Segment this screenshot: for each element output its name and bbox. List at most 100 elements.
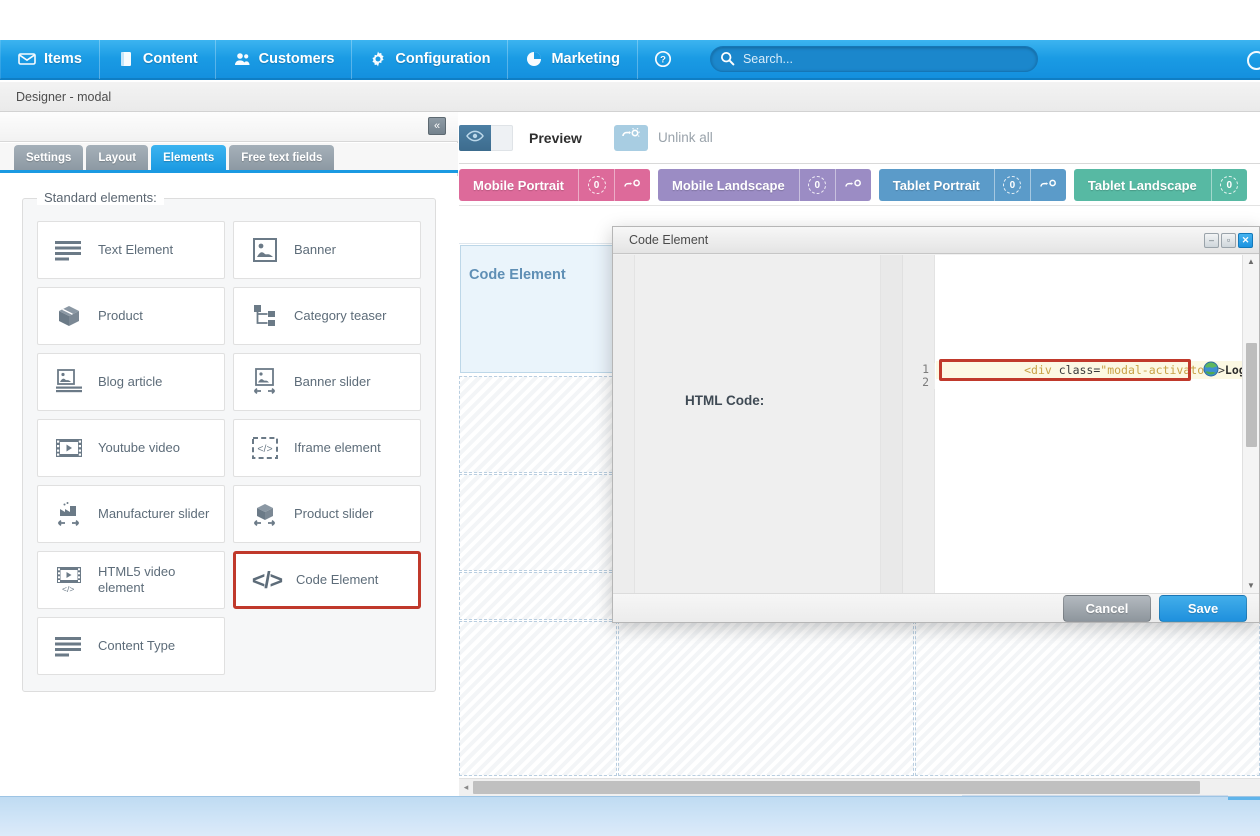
code-open-tag: <div — [1024, 363, 1059, 377]
collapse-panel-button[interactable]: « — [428, 117, 446, 135]
canvas-code-element-block[interactable]: Code Element — [460, 245, 617, 373]
panel-body: Standard elements: Text Element Banner P… — [0, 176, 458, 796]
link-icon[interactable] — [834, 169, 871, 201]
element-card-banner[interactable]: Banner — [233, 221, 421, 279]
desktop-background-bottom — [0, 797, 1260, 836]
vertical-scroll-thumb[interactable] — [1246, 343, 1257, 447]
tab-settings[interactable]: Settings — [14, 145, 84, 170]
cancel-button[interactable]: Cancel — [1063, 594, 1151, 622]
standard-elements-fieldset: Standard elements: Text Element Banner P… — [22, 190, 436, 692]
tab-elements[interactable]: Elements — [151, 145, 227, 170]
image-slider-icon — [248, 365, 282, 399]
device-tab-tablet-landscape[interactable]: Tablet Landscape 0 — [1073, 169, 1247, 201]
element-card-product[interactable]: Product — [37, 287, 225, 345]
device-tab-count[interactable]: 0 — [1210, 169, 1247, 201]
tab-free-text-fields[interactable]: Free text fields — [229, 145, 335, 170]
nav-item-label: Marketing — [551, 51, 620, 67]
element-card-manufacturer-slider[interactable]: Manufacturer slider — [37, 485, 225, 543]
device-tab-count[interactable]: 0 — [578, 169, 614, 201]
maximize-button[interactable]: ▫ — [1221, 232, 1236, 248]
preview-eye-toggle[interactable] — [459, 124, 491, 151]
device-tab-tablet-portrait[interactable]: Tablet Portrait 0 — [878, 169, 1066, 201]
nav-item-marketing[interactable]: Marketing — [508, 39, 638, 79]
html-code-label: HTML Code: — [685, 393, 765, 408]
unlink-all-button[interactable] — [613, 124, 648, 151]
close-button[interactable]: ✕ — [1238, 232, 1253, 248]
save-button[interactable]: Save — [1159, 594, 1247, 622]
canvas-grid-cell[interactable] — [915, 621, 1260, 776]
nav-item-items[interactable]: Items — [0, 39, 100, 79]
sitemap-icon — [248, 299, 282, 333]
scroll-down-arrow-icon[interactable]: ▼ — [1247, 579, 1255, 593]
element-card-html5-video-element[interactable]: </> HTML5 video element — [37, 551, 225, 609]
device-tab-count[interactable]: 0 — [798, 169, 835, 201]
nav-item-label: Customers — [258, 51, 335, 67]
device-tab-mobile-landscape[interactable]: Mobile Landscape 0 — [658, 169, 871, 201]
link-icon[interactable] — [614, 169, 650, 201]
device-tab-label: Mobile Portrait — [473, 177, 565, 193]
element-card-label: Text Element — [98, 242, 174, 258]
element-card-category-teaser[interactable]: Category teaser — [233, 287, 421, 345]
element-card-youtube-video[interactable]: Youtube video — [37, 419, 225, 477]
element-card-label: Manufacturer slider — [98, 506, 210, 522]
canvas-grid-cell[interactable] — [459, 621, 617, 776]
device-tab-count[interactable]: 0 — [993, 169, 1030, 201]
canvas-grid-cell[interactable] — [618, 621, 914, 776]
canvas-grid-cell[interactable] — [459, 376, 617, 473]
help-icon: ? — [654, 50, 672, 68]
globe-icon[interactable] — [1203, 361, 1219, 377]
dialog-left-spacer — [613, 255, 635, 595]
film-play-icon — [52, 431, 86, 465]
html-code-editor[interactable]: 1 2 <div class="modal-activator">Login</… — [903, 255, 1260, 595]
book-icon — [117, 50, 135, 68]
scroll-up-arrow-icon[interactable]: ▲ — [1247, 255, 1255, 269]
help-button[interactable]: ? — [638, 39, 688, 79]
horizontal-scroll-thumb[interactable] — [473, 781, 1200, 794]
canvas-grid-cell[interactable] — [459, 474, 617, 571]
element-card-blog-article[interactable]: Blog article — [37, 353, 225, 411]
editor-active-line[interactable]: <div class="modal-activator">Login</div> — [936, 361, 1260, 379]
device-tab-mobile-portrait[interactable]: Mobile Portrait 0 — [459, 169, 651, 201]
people-icon — [233, 50, 251, 68]
unlink-all-label: Unlink all — [657, 130, 713, 145]
user-account-icon[interactable] — [1247, 51, 1260, 70]
element-card-text-element[interactable]: Text Element — [37, 221, 225, 279]
element-card-iframe-element[interactable]: </> Iframe element — [233, 419, 421, 477]
canvas-grid-cell[interactable] — [459, 572, 617, 620]
preview-toggle-off-side[interactable] — [491, 124, 513, 151]
scroll-left-arrow-icon[interactable]: ◂ — [459, 782, 473, 793]
element-card-label: Code Element — [296, 572, 379, 588]
nav-item-customers[interactable]: Customers — [216, 39, 353, 79]
code-gt: > — [1217, 363, 1225, 377]
code-icon: </> — [251, 566, 283, 593]
image-icon — [248, 233, 282, 267]
editor-line-numbers: 1 2 — [903, 363, 935, 389]
nav-item-content[interactable]: Content — [100, 39, 216, 79]
element-card-content-type[interactable]: Content Type — [37, 617, 225, 675]
element-card-product-slider[interactable]: Product slider — [233, 485, 421, 543]
minimize-button[interactable]: – — [1204, 232, 1219, 248]
element-card-code-element[interactable]: </> Code Element — [233, 551, 421, 609]
module-title-bar: Designer - modal — [0, 82, 1260, 112]
canvas-horizontal-scrollbar[interactable]: ◂ — [459, 778, 1260, 796]
element-card-label: Product slider — [294, 506, 374, 522]
device-tabs-row: Mobile Portrait 0 Mobile Landscape 0 Tab… — [459, 165, 1260, 205]
gear-icon — [369, 50, 387, 68]
dialog-title-bar[interactable]: Code Element – ▫ ✕ — [613, 227, 1259, 254]
search-input[interactable] — [709, 46, 1038, 72]
text-lines-icon — [52, 233, 86, 267]
svg-text:</>: </> — [62, 584, 74, 594]
device-tab-label: Tablet Landscape — [1087, 177, 1197, 193]
element-card-label: Category teaser — [294, 308, 387, 324]
editor-vertical-scrollbar[interactable]: ▲ ▼ — [1242, 255, 1259, 595]
dialog-footer: Cancel Save — [613, 593, 1259, 622]
tab-layout[interactable]: Layout — [86, 145, 149, 170]
nav-item-configuration[interactable]: Configuration — [352, 39, 509, 79]
device-tab-label: Tablet Portrait — [892, 177, 980, 193]
desktop-background-top — [0, 0, 1260, 40]
element-card-banner-slider[interactable]: Banner slider — [233, 353, 421, 411]
pie-chart-icon — [525, 50, 543, 68]
canvas-block-label: Code Element — [469, 267, 566, 283]
left-panel: « Settings Layout Elements Free text fie… — [0, 112, 458, 796]
link-icon[interactable] — [1029, 169, 1066, 201]
